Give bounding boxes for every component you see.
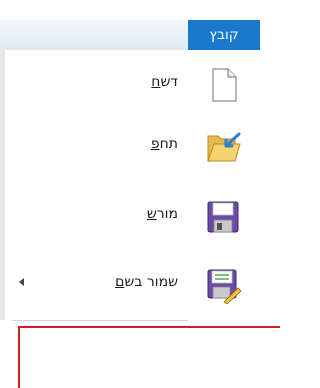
open-folder-icon	[207, 132, 241, 162]
menu-item-save-as[interactable]: שמור בשם	[5, 256, 260, 312]
new-document-icon	[212, 68, 237, 102]
menu-item-label: תחפ	[150, 136, 178, 152]
highlight-box	[18, 326, 280, 388]
save-floppy-icon	[207, 201, 239, 233]
menu-item-label: שמור בשם	[115, 274, 178, 290]
menu-divider	[12, 320, 188, 321]
menu-item-save[interactable]: מורש	[5, 188, 260, 244]
menu-item-label: מורש	[146, 206, 178, 222]
menu-item-label: דשח	[151, 74, 178, 90]
submenu-arrow-icon	[19, 278, 24, 286]
menu-item-new[interactable]: דשח	[5, 56, 260, 112]
menu-item-open[interactable]: תחפ	[5, 118, 260, 174]
save-as-icon	[207, 269, 242, 304]
ribbon-tab-strip	[0, 20, 188, 51]
ribbon: קובץ	[0, 0, 260, 51]
file-tab[interactable]: קובץ	[188, 20, 260, 50]
